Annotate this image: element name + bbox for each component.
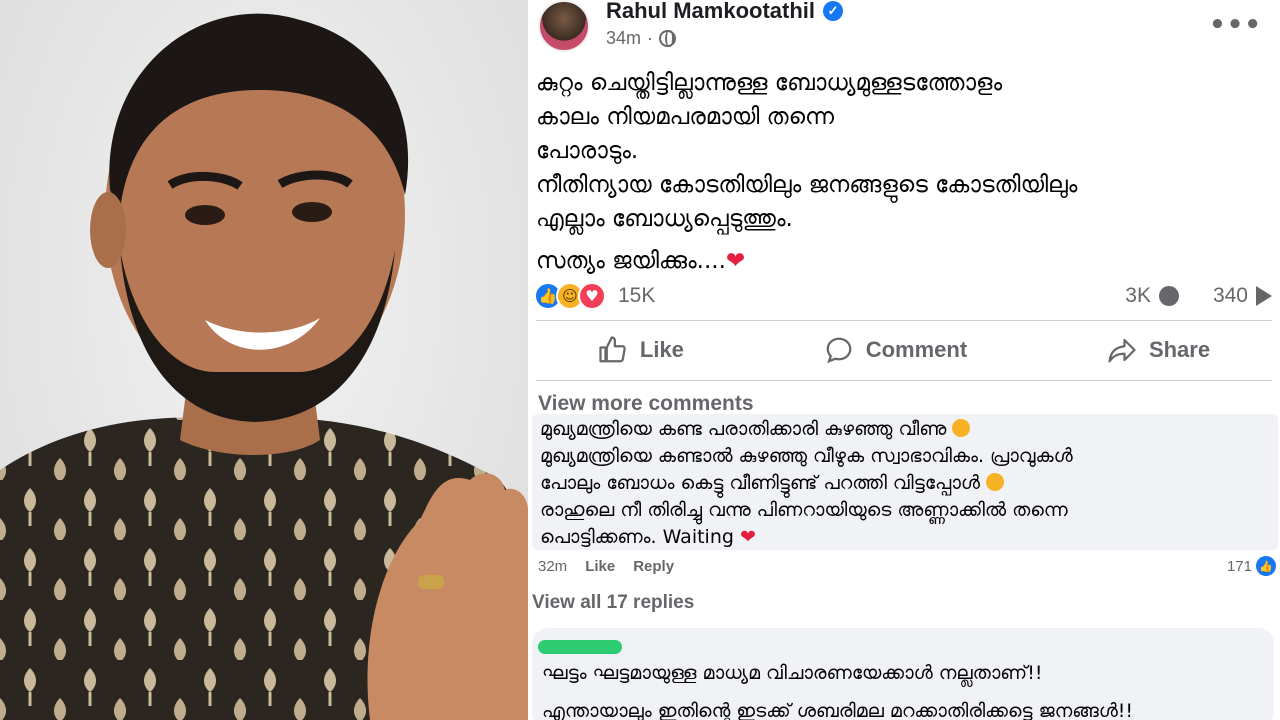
post-meta: 34m · <box>606 28 677 49</box>
divider <box>536 320 1272 321</box>
post-line: പോരാടും. <box>536 138 639 164</box>
laughing-emoji-icon <box>985 473 1004 491</box>
person-illustration <box>0 13 528 720</box>
comment-button[interactable]: Comment <box>824 335 967 365</box>
redacted-name <box>538 640 622 654</box>
thumbs-up-icon <box>599 336 626 363</box>
share-arrow-icon <box>1256 286 1272 306</box>
engagement-counts: 3K 340 <box>1125 284 1272 308</box>
love-reaction-icon: ♥ <box>578 282 606 310</box>
post-closing-line: സത്യം ജയിക്കും....❤ <box>536 244 1266 278</box>
comment-line: പൊട്ടിക്കണം. Waiting ❤ <box>540 526 756 548</box>
heart-icon: ❤ <box>725 248 746 274</box>
view-replies-link[interactable]: View all 17 replies <box>532 592 694 614</box>
profile-photo <box>0 0 528 720</box>
share-button[interactable]: Share <box>1107 335 1210 365</box>
divider <box>536 380 1272 381</box>
comment-count[interactable]: 3K <box>1125 284 1151 308</box>
author-name-text[interactable]: Rahul Mamkootathil <box>606 0 815 24</box>
post-time[interactable]: 34m <box>606 28 641 49</box>
comment-bubble: മുഖ്യമന്ത്രിയെ കണ്ട പരാതിക്കാരി കുഴഞ്ഞു … <box>532 414 1278 550</box>
comment-like-count: 171 <box>1226 557 1252 575</box>
author-avatar[interactable] <box>538 0 590 52</box>
share-label: Share <box>1148 337 1211 362</box>
globe-icon <box>659 30 677 47</box>
like-button[interactable]: Like <box>598 335 684 365</box>
view-more-comments-link[interactable]: View more comments <box>538 392 754 416</box>
comment-bubble: ഘട്ടം ഘട്ടമായുള്ള മാധ്യമ വിചാരണയേക്കാൾ ന… <box>532 628 1274 720</box>
comment-label: Comment <box>865 337 968 362</box>
comment-likes[interactable]: 171 👍 <box>1227 556 1276 576</box>
post-line: എല്ലാം ബോധ്യപ്പെടുത്തും. <box>536 206 793 232</box>
reaction-summary[interactable]: 👍 ☺ ♥ 15K <box>534 282 655 310</box>
comment-reply-button[interactable]: Reply <box>633 558 674 575</box>
share-icon <box>1108 338 1136 363</box>
post-closing-text: സത്യം ജയിക്കും.... <box>536 248 726 274</box>
comment-line: മുഖ്യമന്ത്രിയെ കണ്ടാൽ കുഴഞ്ഞു വീഴുക സ്വാ… <box>540 445 1073 467</box>
post-line: നീതിന്യായ കോടതിയിലും ജനങ്ങളുടെ കോടതിയിലു… <box>536 172 1078 198</box>
comment-like-button[interactable]: Like <box>585 558 615 575</box>
comment-line: എന്തായാലും ഇതിന്റെ ഇടക്ക് ശബരിമല മറക്കാത… <box>542 700 1134 720</box>
verified-badge-icon: ✓ <box>823 1 844 21</box>
like-reaction-icon: 👍 <box>1256 556 1276 576</box>
comment-time[interactable]: 32m <box>538 558 567 575</box>
laughing-emoji-icon <box>952 419 971 437</box>
post-text: കുറ്റം ചെയ്തിട്ടില്ലാന്നുള്ള ബോധ്യമുള്ളട… <box>536 66 1266 278</box>
reaction-count[interactable]: 15K <box>618 284 655 308</box>
post-line: കാലം നിയമപരമായി തന്നെ <box>536 104 835 130</box>
comment-icon <box>826 337 852 364</box>
comment-line: മുഖ്യമന്ത്രിയെ കണ്ട പരാതിക്കാരി കുഴഞ്ഞു … <box>540 416 1270 443</box>
post-actions: Like Comment Share <box>528 328 1280 372</box>
author-name[interactable]: Rahul Mamkootathil ✓ <box>606 0 844 24</box>
comment-meta: 32m Like Reply 171 👍 <box>538 556 1276 576</box>
like-label: Like <box>639 337 684 362</box>
more-options-icon[interactable]: ••• <box>1209 10 1262 40</box>
post-line: കുറ്റം ചെയ്തിട്ടില്ലാന്നുള്ള ബോധ്യമുള്ളട… <box>536 70 1003 96</box>
comment-line: രാഹുലെ നീ തിരിച്ചു വന്നു പിണറായിയുടെ അണ്… <box>540 499 1068 521</box>
comment-bubble-icon <box>1158 286 1179 306</box>
comment-line: പോലും ബോധം കെട്ടു വീണിട്ടുണ്ട് പറത്തി വി… <box>540 470 1270 497</box>
heart-icon: ❤ <box>739 526 756 548</box>
comment-line: ഘട്ടം ഘട്ടമായുള്ള മാധ്യമ വിചാരണയേക്കാൾ ന… <box>542 662 1043 684</box>
share-count[interactable]: 340 <box>1213 284 1248 308</box>
facebook-post: Rahul Mamkootathil ✓ 34m · ••• കുറ്റം ചെ… <box>528 0 1280 720</box>
